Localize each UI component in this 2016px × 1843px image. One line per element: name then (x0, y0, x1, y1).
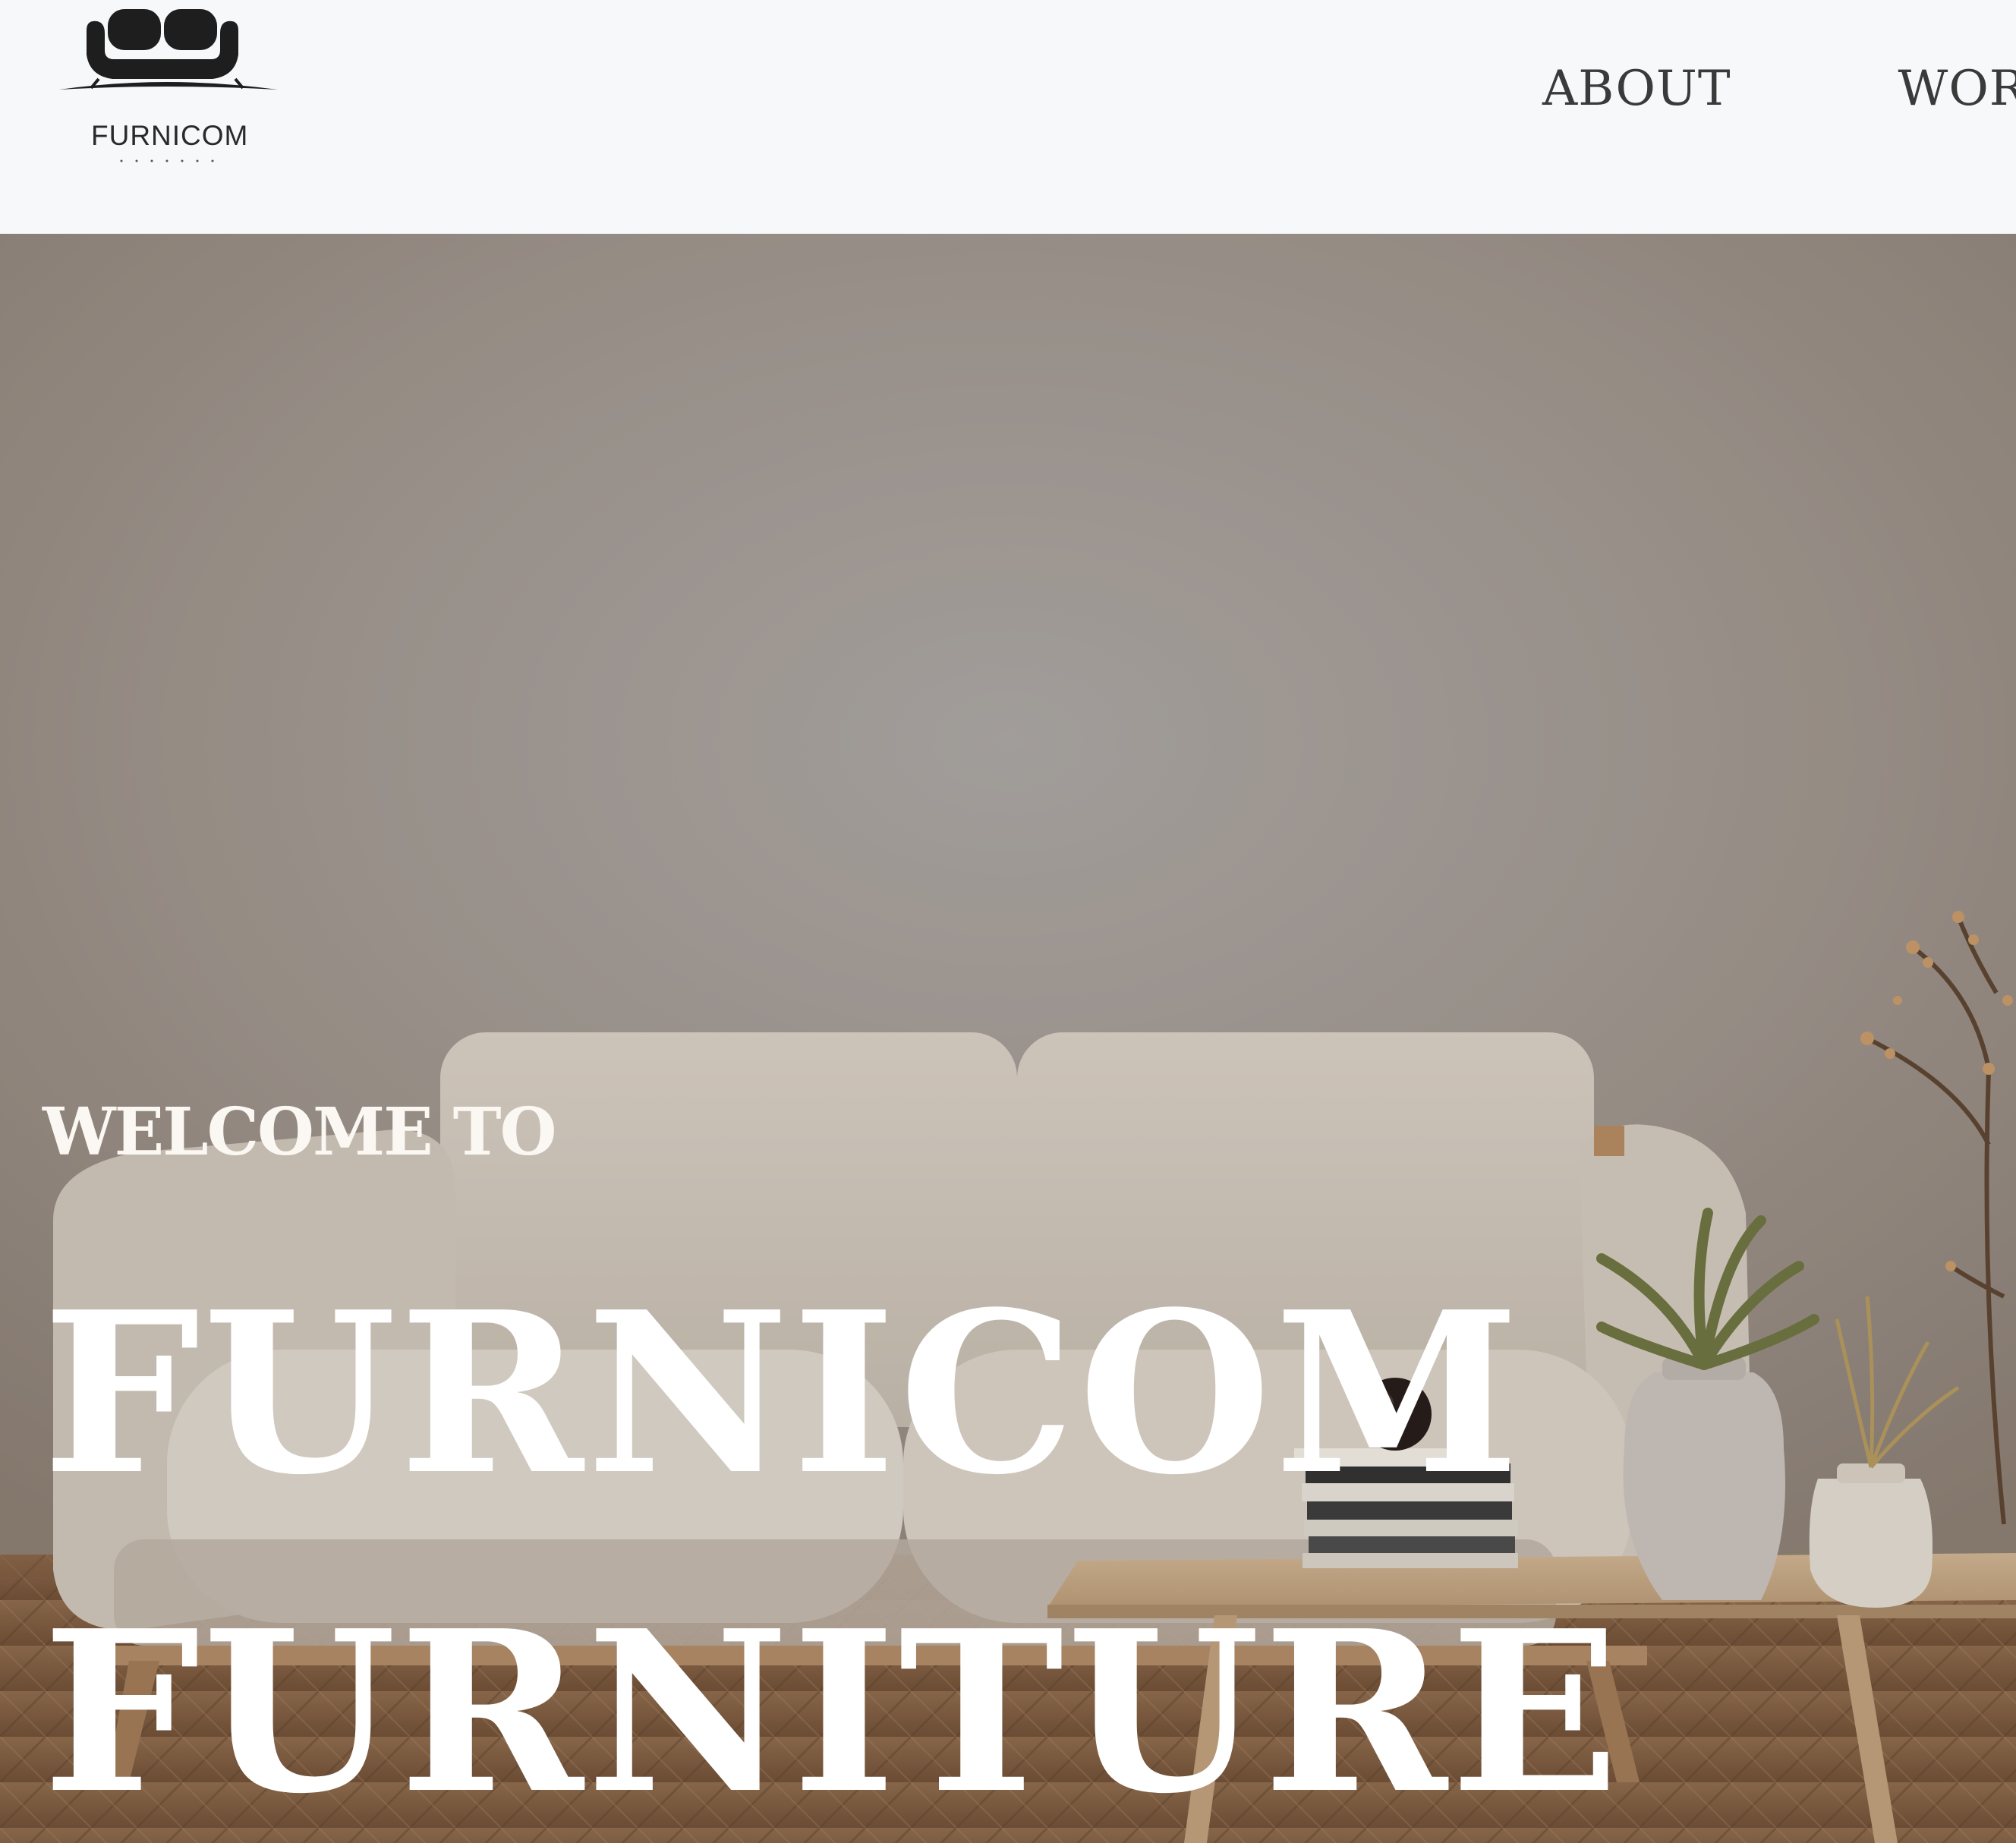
sofa-icon (59, 9, 278, 90)
hero-section: WELCOME TO FURNICOM FURNITURE (0, 234, 2016, 1843)
hero-title-line-1: FURNICOM (43, 1263, 1523, 1523)
page: FURNICOM ABOUT WORK (0, 0, 2016, 1843)
nav-link-work[interactable]: WORK (1898, 61, 2016, 117)
logo-text: FURNICOM (91, 120, 249, 151)
logo-underline-dots (120, 159, 214, 162)
hero-title-line-2: FURNITURE (43, 1582, 1623, 1842)
brand-logo[interactable]: FURNICOM (53, 0, 281, 175)
site-header: FURNICOM ABOUT WORK (0, 0, 2016, 234)
hero-title: FURNICOM FURNITURE (43, 1234, 1622, 1843)
main-nav: ABOUT WORK (1542, 61, 2016, 117)
hero-kicker: WELCOME TO (43, 1094, 557, 1170)
nav-link-about[interactable]: ABOUT (1542, 61, 1731, 117)
